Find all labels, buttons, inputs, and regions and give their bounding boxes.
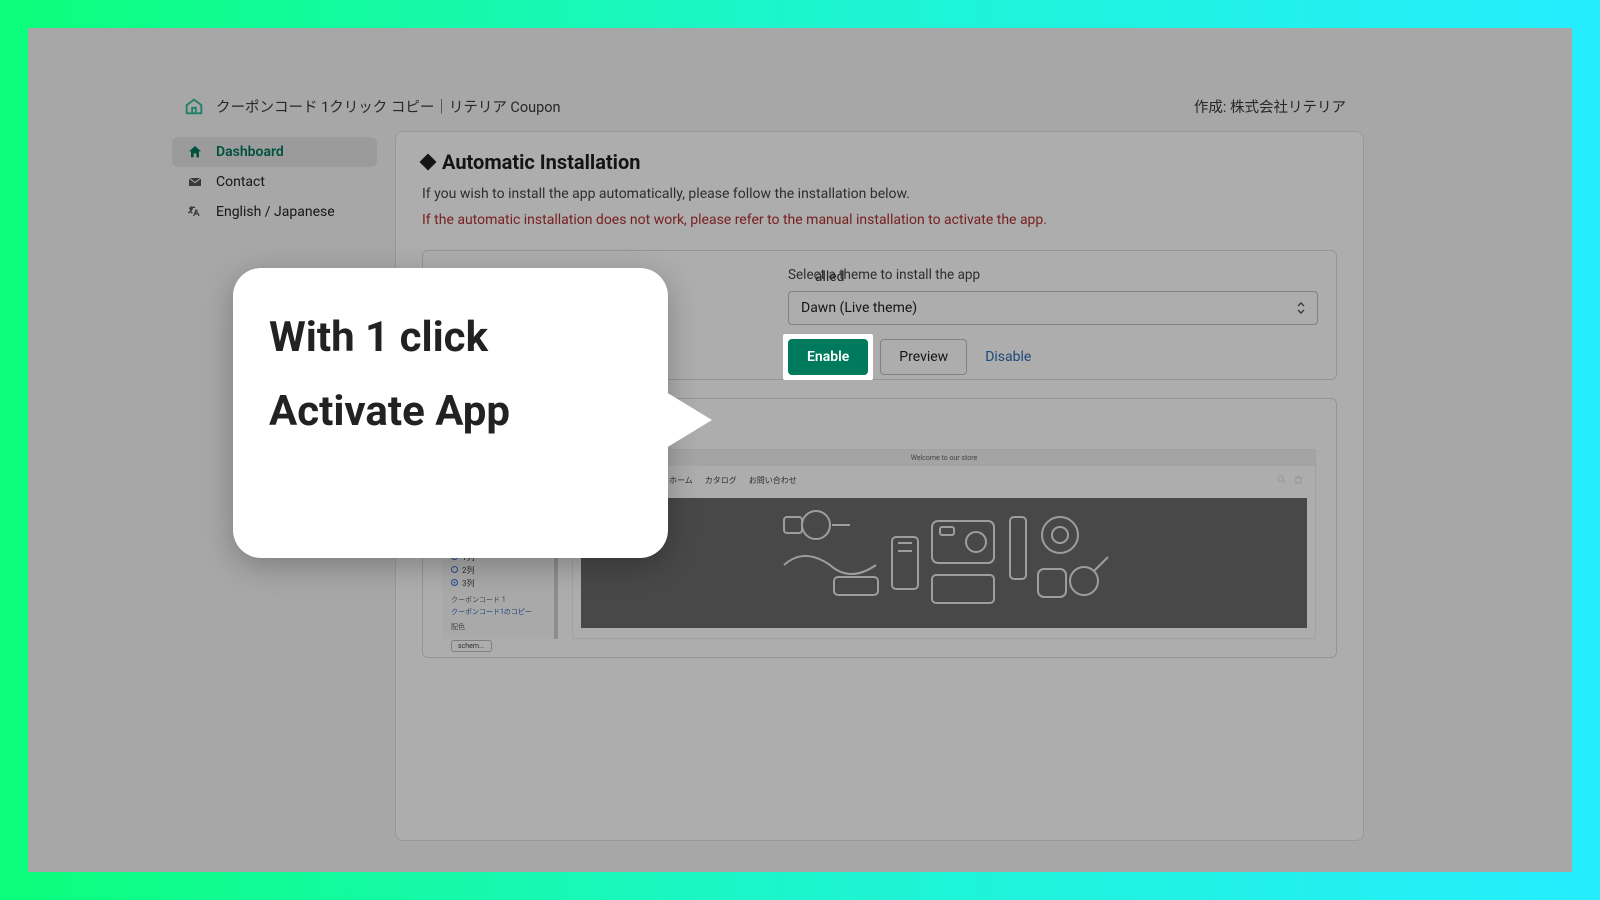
theme-select-label: Select a theme to install the app [788,267,1318,283]
sidebar-item-language[interactable]: English / Japanese [172,197,377,227]
app-title-wrap: クーポンコード 1クリック コピー｜リテリア Coupon [182,94,561,118]
disable-link-label: Disable [985,349,1031,365]
chevron-updown-icon [1295,302,1307,314]
home-icon [186,143,204,161]
callout-bubble: With 1 click Activate App [233,268,668,558]
editor-scheme-button[interactable]: schem... [451,640,492,652]
hero-illustration [764,503,1124,623]
preview-icons [1277,475,1303,486]
sidebar-item-label: English / Japanese [216,204,335,220]
editor-color-label: 配色 [451,622,546,632]
callout-line-2: Activate App [269,388,632,436]
radio-icon [451,579,458,586]
enable-button[interactable]: Enable [788,339,868,375]
editor-radio-pc-3[interactable]: 3列 [451,577,546,590]
section-title: Automatic Installation [422,150,1337,174]
preview-hero [581,498,1307,628]
radio-icon [451,566,458,573]
diamond-icon [420,154,437,171]
section-title-text: Automatic Installation [442,150,640,174]
sidebar-item-label: Contact [216,174,265,190]
disable-link[interactable]: Disable [979,339,1037,375]
bag-icon [1294,475,1303,486]
sidebar-item-label: Dashboard [216,144,284,160]
app-logo-icon [182,94,206,118]
enable-highlight: Enable [783,334,873,380]
search-icon [1277,475,1286,486]
preview-storebar: reterior-couponcode ホーム カタログ お問い合わせ [573,466,1315,494]
preview-nav-0: ホーム [669,475,693,486]
callout-pointer-icon [666,392,712,448]
editor-radio-pc-2[interactable]: 2列 [451,564,546,577]
theme-preview: Welcome to our store reterior-couponcode… [572,449,1316,639]
app-header: クーポンコード 1クリック コピー｜リテリア Coupon 作成: 株式会社リテ… [172,81,1364,131]
enable-button-label: Enable [807,349,849,365]
callout-line-1: With 1 click [269,314,632,362]
preview-announce: Welcome to our store [573,450,1315,466]
sidebar-item-contact[interactable]: Contact [172,167,377,197]
theme-select-value: Dawn (Live theme) [801,300,917,316]
stage: クーポンコード 1クリック コピー｜リテリア Coupon 作成: 株式会社リテ… [28,28,1572,872]
mail-icon [186,173,204,191]
app-author: 作成: 株式会社リテリア [1194,96,1346,117]
translate-icon [186,203,204,221]
install-description: If you wish to install the app automatic… [422,186,1337,202]
app-author-name: 株式会社リテリア [1230,99,1346,116]
preview-nav-1: カタログ [705,475,737,486]
theme-select[interactable]: Dawn (Live theme) [788,291,1318,325]
preview-nav-2: お問い合わせ [749,475,797,486]
sidebar-item-dashboard[interactable]: Dashboard [172,137,377,167]
editor-coupon-sub: クーポンコード1のコピー [451,607,546,617]
install-warning: If the automatic installation does not w… [422,212,1337,228]
app-author-prefix: 作成: [1194,99,1227,116]
editor-coupon-label: クーポンコード 1 [451,595,546,605]
app-title: クーポンコード 1クリック コピー｜リテリア Coupon [216,96,561,117]
preview-button-label: Preview [899,349,948,365]
preview-button[interactable]: Preview [880,339,967,375]
